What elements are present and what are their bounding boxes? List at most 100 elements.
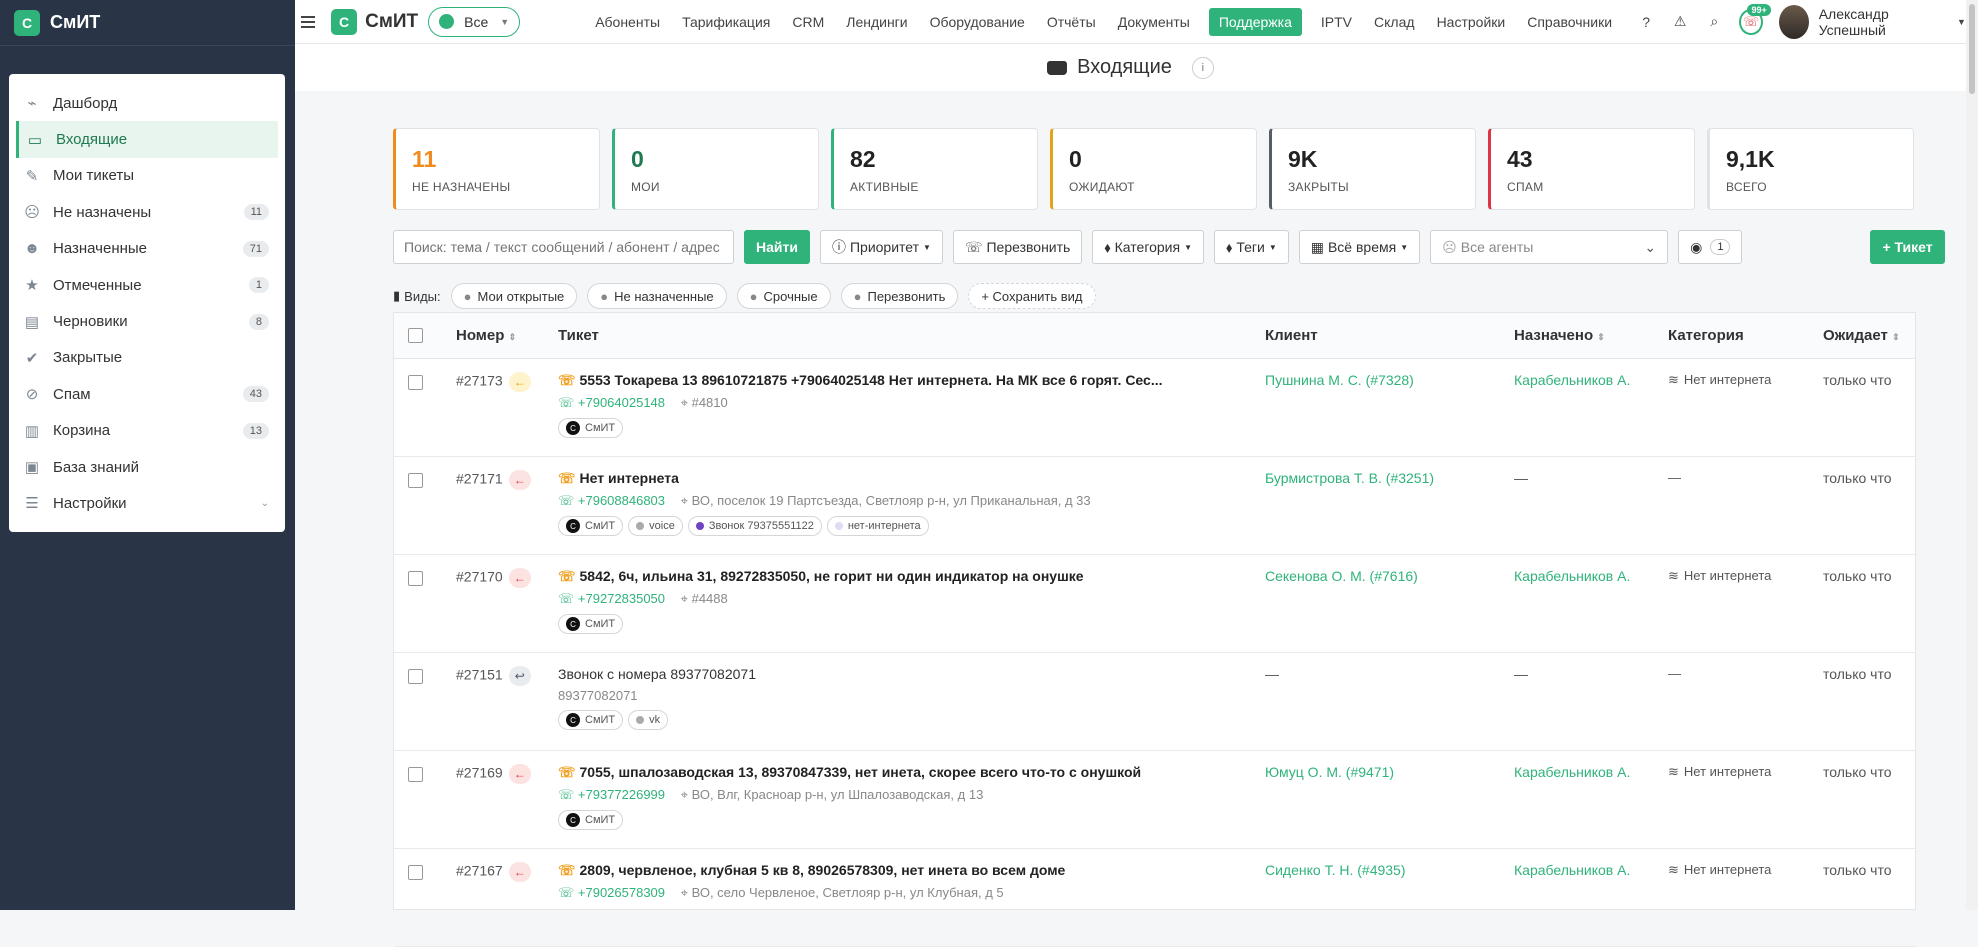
assigned-agent[interactable]: Карабельников А.	[1514, 764, 1630, 780]
row-checkbox[interactable]	[408, 767, 423, 782]
ticket-subject[interactable]: ☏ 7055, шпалозаводская 13, 89370847339, н…	[558, 764, 1238, 781]
nav-item-7[interactable]: Поддержка	[1208, 7, 1302, 36]
ticket-phone[interactable]: +79377226999	[578, 787, 665, 802]
nav-item-0[interactable]: Абоненты	[592, 9, 663, 35]
nav-item-10[interactable]: Настройки	[1434, 9, 1509, 35]
stat-card-3[interactable]: 0 ОЖИДАЮТ	[1050, 128, 1257, 210]
search-input[interactable]	[393, 230, 734, 264]
info-icon[interactable]: i	[1191, 56, 1214, 79]
nav-item-3[interactable]: Лендинги	[843, 9, 910, 35]
row-checkbox[interactable]	[408, 669, 423, 684]
ticket-subject[interactable]: ☏ 2809, червленое, клубная 5 кв 8, 890265…	[558, 862, 1238, 879]
notifications-icon[interactable]: ☏ 99+	[1739, 3, 1771, 35]
client-link[interactable]: Секенова О. М. (#7616)	[1265, 568, 1418, 584]
table-row[interactable]: #27169 ← ☏ 7055, шпалозаводская 13, 893708…	[394, 751, 1915, 849]
ticket-number[interactable]: #27173	[456, 373, 503, 389]
table-row[interactable]: #27171 ← ☏ Нет интернета ☏ +79608846803 ⌖ …	[394, 457, 1915, 555]
sidebar-item-3[interactable]: ☹ Не назначены 11	[9, 194, 285, 230]
row-checkbox[interactable]	[408, 473, 423, 488]
sidebar-item-8[interactable]: ⊘ Спам 43	[9, 376, 285, 412]
tag-brand[interactable]: С СмИТ	[558, 614, 624, 634]
ticket-phone[interactable]: +79064025148	[578, 395, 665, 410]
stat-card-5[interactable]: 43 СПАМ	[1488, 128, 1695, 210]
ticket-phone[interactable]: +79608846803	[578, 493, 665, 508]
view-chip-3[interactable]: ● Перезвонить	[840, 283, 959, 309]
table-row[interactable]: #27173 ← ☏ 5553 Токарева 13 89610721875 +7…	[394, 359, 1915, 457]
assigned-agent[interactable]: Карабельников А.	[1514, 372, 1630, 388]
scrollbar[interactable]	[1966, 0, 1978, 910]
user-name[interactable]: Александр Успешный	[1819, 6, 1943, 38]
tag[interactable]: нет-интернета	[826, 516, 929, 536]
agents-select[interactable]: ☹ Все агенты ⌄	[1430, 230, 1669, 264]
col-waiting[interactable]: Ожидает ⇕	[1823, 327, 1900, 344]
callback-filter-button[interactable]: ☏ Перезвонить	[952, 230, 1083, 264]
nav-item-5[interactable]: Отчёты	[1044, 9, 1099, 35]
ticket-subject[interactable]: ☏ 5553 Токарева 13 89610721875 +790640251…	[558, 372, 1238, 389]
ticket-subject[interactable]: ☏ Нет интернета	[558, 470, 1238, 487]
client-link[interactable]: Бурмистрова Т. В. (#3251)	[1265, 470, 1434, 486]
sidebar-item-5[interactable]: ★ Отмеченные 1	[9, 267, 285, 303]
nav-item-11[interactable]: Справочники	[1524, 9, 1615, 35]
sidebar-item-7[interactable]: ✔ Закрытые	[9, 340, 285, 376]
category-dropdown[interactable]: ⬧ Категория ▼	[1092, 230, 1205, 264]
row-checkbox[interactable]	[408, 865, 423, 880]
company-selector[interactable]: Все ▼	[428, 6, 521, 37]
search-icon[interactable]: ⌕	[1707, 13, 1721, 30]
save-view-button[interactable]: + Сохранить вид	[968, 283, 1096, 309]
tag[interactable]: voice	[628, 516, 683, 536]
caret-down-icon[interactable]: ▼	[1957, 17, 1966, 27]
client-link[interactable]: Юмуц О. М. (#9471)	[1265, 764, 1394, 780]
sidebar-item-11[interactable]: ☰ Настройки ⌄	[9, 485, 285, 521]
stat-card-4[interactable]: 9K ЗАКРЫТЫ	[1269, 128, 1476, 210]
sidebar-brand[interactable]: СмИТ	[50, 12, 100, 33]
ticket-number[interactable]: #27151	[456, 667, 503, 683]
nav-item-8[interactable]: IPTV	[1318, 9, 1355, 35]
view-chip-0[interactable]: ● Мои открытые	[450, 283, 578, 309]
client-link[interactable]: Пушнина М. С. (#7328)	[1265, 372, 1414, 388]
priority-dropdown[interactable]: ⓘ Приоритет ▼	[819, 230, 943, 264]
ticket-subject[interactable]: ☏ 5842, 6ч, ильина 31, 89272835050, не го…	[558, 568, 1238, 585]
ticket-number[interactable]: #27170	[456, 569, 503, 585]
sidebar-item-6[interactable]: ▤ Черновики 8	[9, 303, 285, 339]
client-link[interactable]: —	[1265, 666, 1279, 682]
sidebar-item-2[interactable]: ✎ Мои тикеты	[9, 158, 285, 194]
nav-item-6[interactable]: Документы	[1115, 9, 1193, 35]
assigned-agent[interactable]: —	[1514, 666, 1528, 682]
find-button[interactable]: Найти	[744, 230, 810, 264]
time-dropdown[interactable]: ▦ Всё время ▼	[1298, 230, 1421, 264]
col-num[interactable]: Номер ⇕	[456, 327, 516, 344]
view-chip-1[interactable]: ● Не назначенные	[587, 283, 727, 309]
ticket-number[interactable]: #27171	[456, 471, 503, 487]
stat-card-2[interactable]: 82 АКТИВНЫЕ	[831, 128, 1038, 210]
col-assigned[interactable]: Назначено ⇕	[1514, 327, 1605, 344]
logo-icon[interactable]: С	[14, 9, 40, 36]
select-all-checkbox[interactable]	[408, 328, 423, 343]
ticket-number[interactable]: #27169	[456, 765, 503, 781]
client-link[interactable]: Сиденко Т. Н. (#4935)	[1265, 862, 1406, 878]
stat-card-0[interactable]: 11 НЕ НАЗНАЧЕНЫ	[393, 128, 600, 210]
row-checkbox[interactable]	[408, 571, 423, 586]
sidebar-item-10[interactable]: ▣ База знаний	[9, 449, 285, 485]
ticket-subject[interactable]: Звонок с номера 89377082071	[558, 666, 1238, 682]
tags-dropdown[interactable]: ⬧ Теги ▼	[1214, 230, 1289, 264]
tag-brand[interactable]: С СмИТ	[558, 516, 624, 536]
warning-icon[interactable]: ⚠	[1673, 13, 1687, 30]
table-row[interactable]: #27151 ↩ Звонок с номера 89377082071 8937…	[394, 653, 1915, 751]
assigned-agent[interactable]: —	[1514, 470, 1528, 486]
avatar[interactable]	[1778, 4, 1809, 39]
sidebar-item-1[interactable]: ▭ Входящие	[16, 121, 278, 158]
sidebar-item-9[interactable]: ▥ Корзина 13	[9, 413, 285, 449]
stat-card-1[interactable]: 0 МОИ	[612, 128, 819, 210]
watchers-button[interactable]: ◉ 1	[1678, 230, 1743, 264]
tag-brand[interactable]: С СмИТ	[558, 418, 624, 438]
sidebar-item-4[interactable]: ☻ Назначенные 71	[9, 231, 285, 267]
nav-item-2[interactable]: CRM	[789, 9, 827, 35]
stat-card-6[interactable]: 9,1K ВСЕГО	[1707, 128, 1914, 210]
ticket-phone[interactable]: +79272835050	[578, 591, 665, 606]
table-row[interactable]: #27167 ← ☏ 2809, червленое, клубная 5 кв 8…	[394, 849, 1915, 947]
nav-item-9[interactable]: Склад	[1371, 9, 1418, 35]
table-row[interactable]: #27170 ← ☏ 5842, 6ч, ильина 31, 8927283505…	[394, 555, 1915, 653]
new-ticket-button[interactable]: + Тикет	[1870, 230, 1945, 264]
sidebar-item-0[interactable]: ⌁ Дашборд	[9, 85, 285, 121]
nav-item-4[interactable]: Оборудование	[927, 9, 1028, 35]
